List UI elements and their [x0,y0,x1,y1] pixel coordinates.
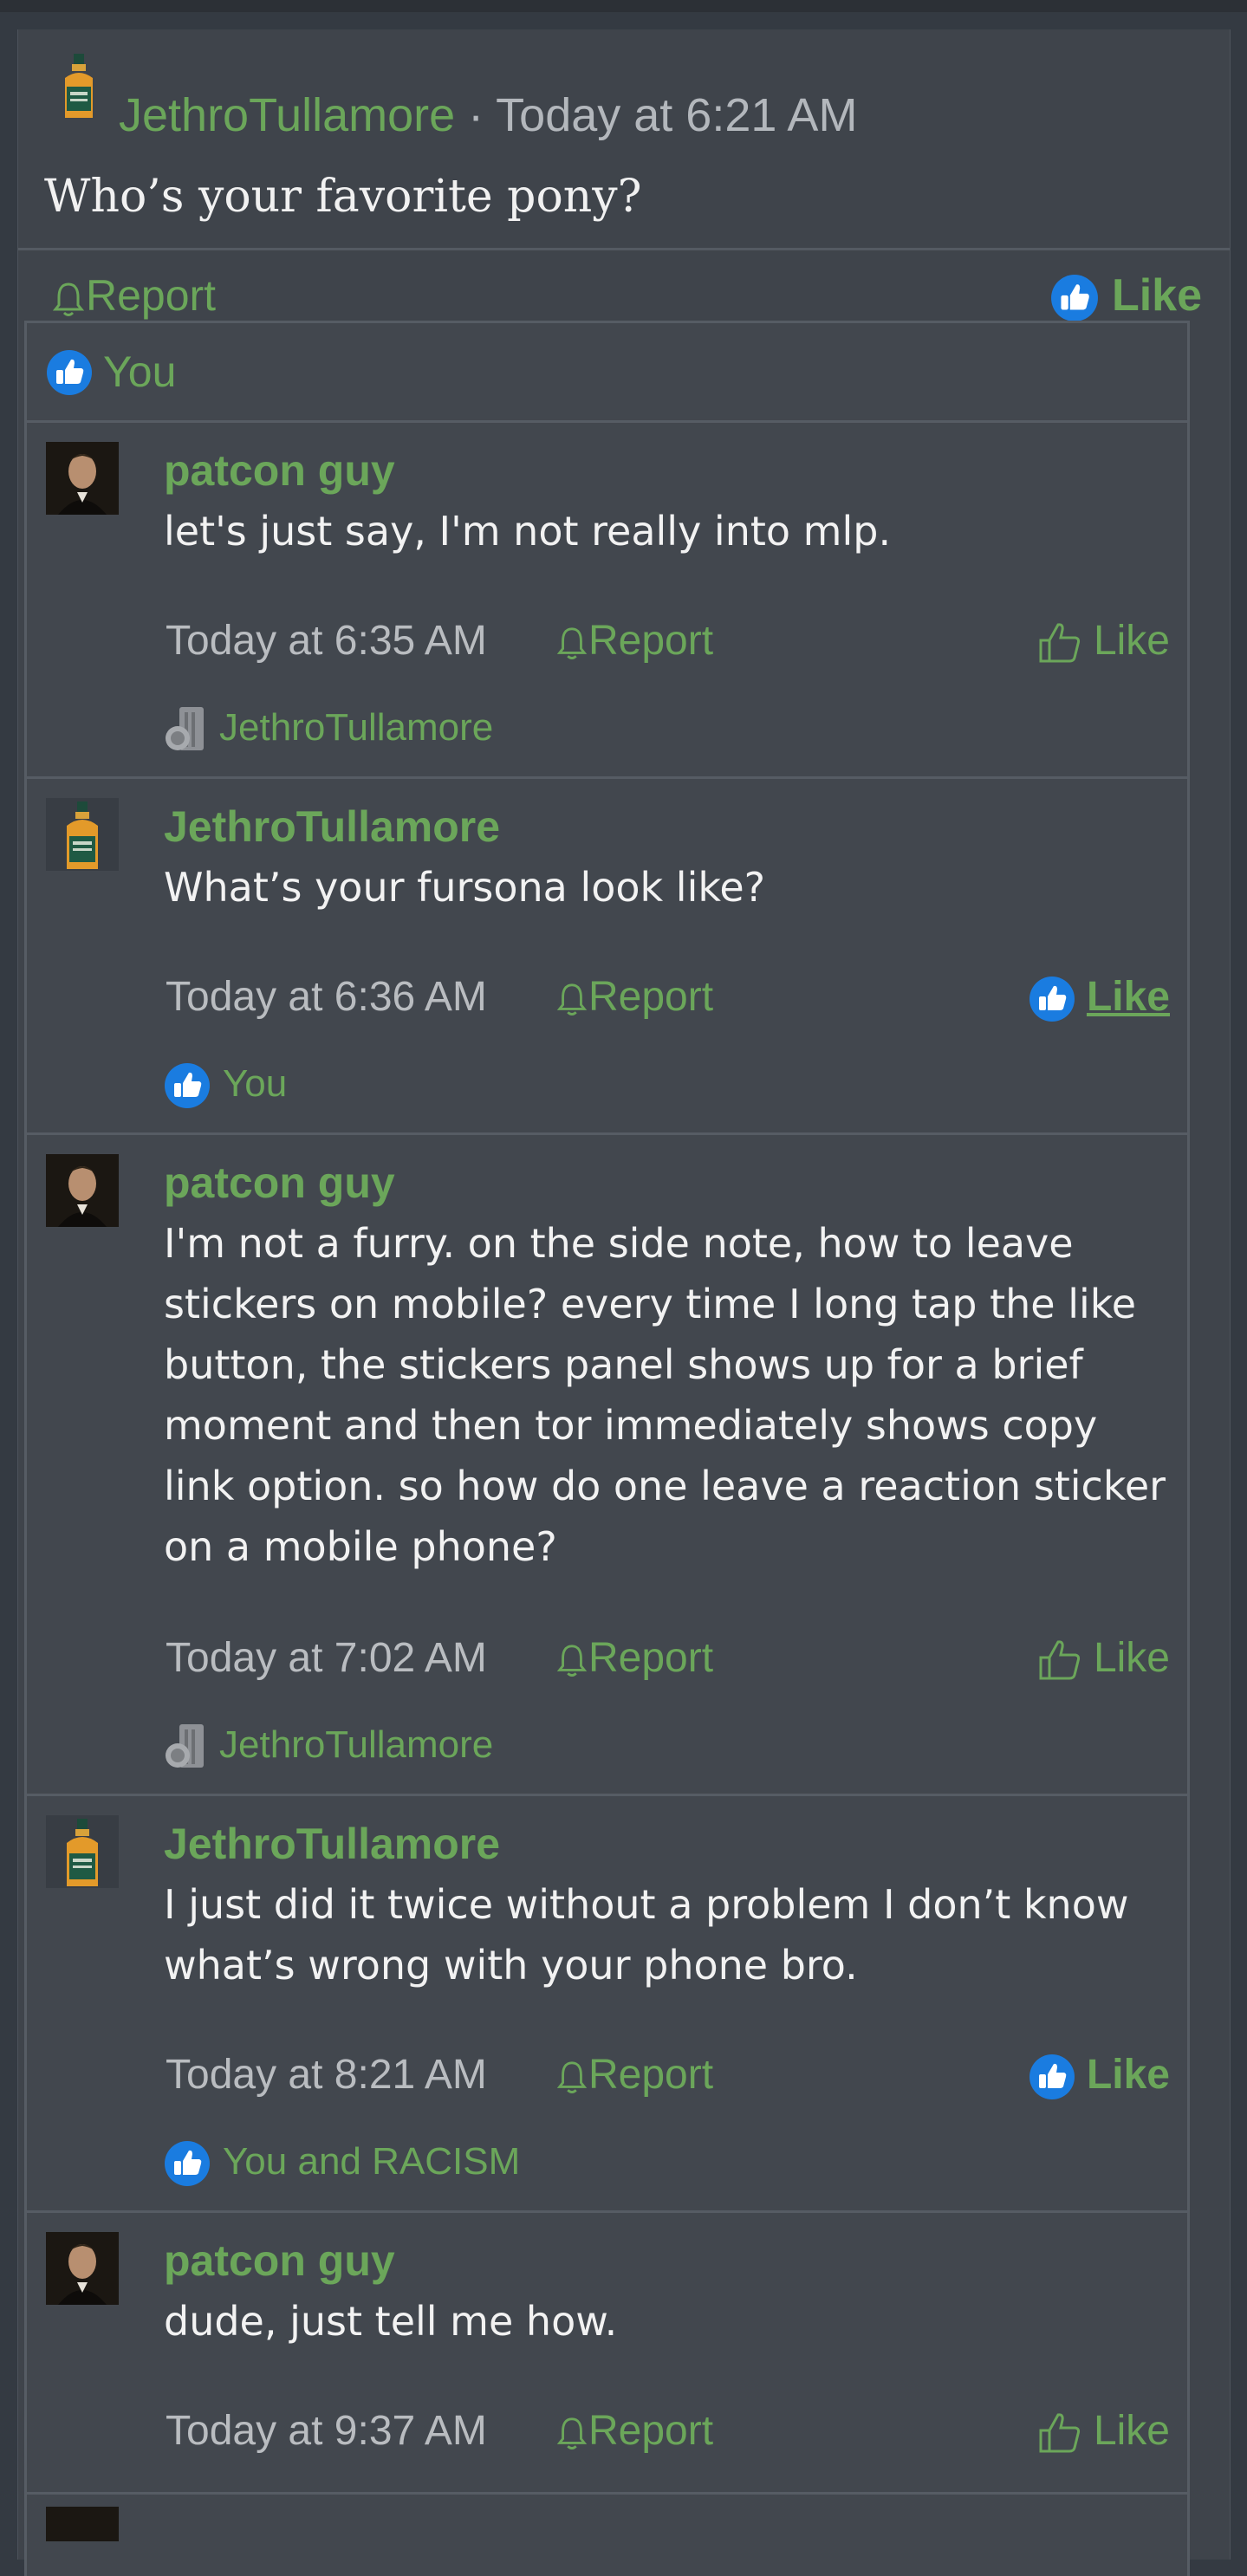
reactions-list[interactable]: You [103,344,176,399]
comments-block: You patcon guy let's just say, I'm not r… [24,321,1190,2576]
report-button[interactable]: Report [555,613,713,669]
comment-item: patcon guy let's just say, I'm not reall… [27,423,1187,779]
portrait-avatar[interactable] [46,2232,119,2305]
report-label: Report [588,1635,714,1681]
comment-time[interactable]: Today at 8:21 AM [166,2047,487,2103]
report-button[interactable]: Report [555,2047,713,2103]
like-button[interactable]: Like [1029,970,1170,1025]
like-button[interactable]: Like [1029,2047,1170,2103]
like-label: Like [1086,974,1170,1020]
report-label: Report [588,2408,714,2454]
comment-item: JethroTullamore I just did it twice with… [27,1796,1187,2213]
comment-item: JethroTullamore What’s your fursona look… [27,779,1187,1135]
like-thumb-icon [1029,2054,1075,2100]
report-label: Report [588,974,714,1020]
bell-icon [556,2417,588,2450]
like-button[interactable]: Like [1037,1631,1170,1686]
comment-time[interactable]: Today at 7:02 AM [166,1631,487,1686]
report-button[interactable]: Report [555,970,713,1025]
reaction-users: You and RACISM [223,2140,521,2183]
comment-time[interactable]: Today at 6:36 AM [166,970,487,1025]
post-reactions-bar[interactable]: You [27,323,1187,423]
reactions-list[interactable]: You and RACISM [164,2136,520,2188]
bell-icon [556,627,588,660]
report-button[interactable]: Report [555,1631,713,1686]
like-label: Like [1093,1635,1170,1681]
comment-author[interactable]: JethroTullamore [164,1815,500,1872]
bell-icon [52,282,85,316]
like-button[interactable]: Like [1050,268,1202,323]
portrait-avatar[interactable] [46,1154,119,1227]
report-label: Report [588,618,714,664]
post-meta: JethroTullamore · Today at 6:21 AM [119,85,857,146]
like-thumb-icon [1051,275,1099,322]
like-thumb-icon [1029,977,1075,1022]
report-label: Report [86,271,217,320]
comment-author[interactable]: patcon guy [164,442,395,499]
meta-separator: · [455,89,497,141]
post-time[interactable]: Today at 6:21 AM [496,89,857,141]
reaction-users: JethroTullamore [219,706,494,749]
post-header: JethroTullamore · Today at 6:21 AM Who’s… [18,29,1230,248]
comment-body: let's just say, I'm not really into mlp. [164,508,892,555]
comment-author[interactable]: JethroTullamore [164,798,500,855]
comment-body: What’s your fursona look like? [164,864,766,911]
like-thumb-icon [165,2141,210,2187]
sticker-medal-icon [166,1724,204,1768]
like-label: Like [1111,270,1202,321]
reactions-list[interactable]: JethroTullamore [164,1719,493,1771]
post-author-link[interactable]: JethroTullamore [119,89,455,141]
thumbs-up-outline-icon [1039,623,1080,663]
sticker-medal-icon [166,707,204,751]
bottle-avatar[interactable] [53,52,105,121]
like-thumb-icon [47,350,92,395]
like-thumb-icon [165,1063,210,1109]
avatar [46,2507,119,2541]
comment-item: patcon guy dude, just tell me how. Today… [27,2213,1187,2495]
reaction-users: JethroTullamore [219,1723,494,1766]
reactions-list[interactable]: You [164,1058,287,1110]
portrait-avatar[interactable] [46,442,119,515]
like-label: Like [1086,2052,1170,2098]
thumbs-up-outline-icon [1039,2413,1080,2453]
bottle-avatar[interactable] [46,1815,119,1888]
comment-item-partial [27,2495,1187,2547]
comment-author[interactable]: patcon guy [164,2232,395,2289]
report-label: Report [588,2052,714,2098]
comment-item: patcon guy I'm not a furry. on the side … [27,1135,1187,1796]
comment-body: dude, just tell me how. [164,2298,618,2345]
like-button[interactable]: Like [1037,2404,1170,2459]
reactions-list[interactable]: JethroTullamore [164,702,493,754]
comment-body: I'm not a furry. on the side note, how t… [164,1220,1166,1570]
like-button[interactable]: Like [1037,613,1170,669]
post-body: Who’s your favorite pony? [44,171,642,223]
comment-author[interactable]: patcon guy [164,1154,395,1211]
reaction-users: You [223,1062,288,1105]
report-button[interactable]: Report [555,2404,713,2459]
like-label: Like [1093,2408,1170,2454]
comment-time[interactable]: Today at 6:35 AM [166,613,487,669]
comment-time[interactable]: Today at 9:37 AM [166,2404,487,2459]
bell-icon [556,1645,588,1677]
report-button[interactable]: Report [51,268,216,323]
bottle-avatar[interactable] [46,798,119,871]
top-bar [0,0,1247,12]
bell-icon [556,983,588,1016]
comment-body: I just did it twice without a problem I … [164,1881,1129,1989]
bell-icon [556,2061,588,2094]
thumbs-up-outline-icon [1039,1640,1080,1680]
like-label: Like [1093,618,1170,664]
